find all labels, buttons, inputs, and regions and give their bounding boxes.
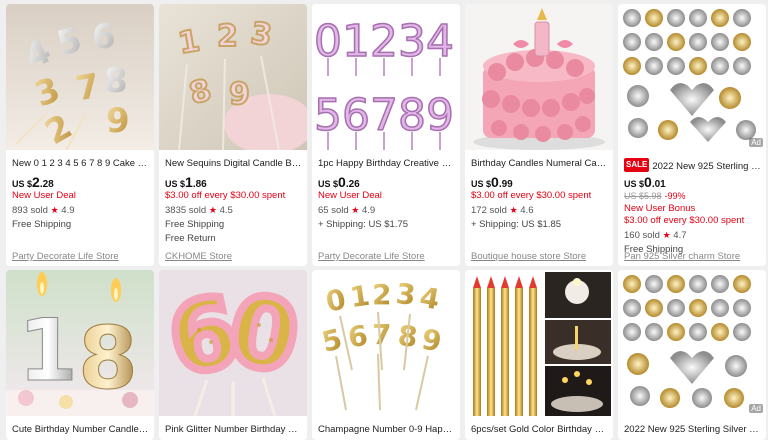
product-image[interactable]: Ad [618,270,766,416]
shipping-text: Free Shipping [165,219,225,230]
product-title[interactable]: 1pc Happy Birthday Creative 0-9 N... [318,158,455,172]
svg-text:9: 9 [229,77,250,112]
svg-text:8: 8 [104,61,128,101]
star-icon: ★ [351,205,360,215]
promo-text: $3.00 off every $30.00 spent [471,190,592,201]
sold-rating: 893 sold ★ 4.9 [12,205,75,216]
svg-text:7: 7 [372,318,391,351]
svg-text:1: 1 [18,301,78,401]
svg-text:2: 2 [217,19,238,54]
shipping-text: + Shipping: US $1.85 [471,219,562,230]
product-title[interactable]: Birthday Candles Numeral Candles... [471,158,608,172]
store-link[interactable]: Party Decorate Life Store [12,251,119,262]
promo-text: New User Deal [12,190,76,201]
promo-text: New User Bonus [624,203,696,214]
star-icon: ★ [509,205,518,215]
product-card[interactable]: 6pcs/set Gold Color Birthday Cand... [465,270,613,440]
promo-text: $3.00 off every $30.00 spent [165,190,286,201]
product-image[interactable]: Ad [618,4,766,150]
svg-text:3: 3 [394,277,417,312]
promo-text: New User Deal [318,190,382,201]
product-price: US $2.28 [12,174,54,190]
product-card[interactable]: 6 0 Pink Glitter Number Birthday Cand... [159,270,307,440]
product-image[interactable]: 4 5 6 3 7 8 9 2 [6,4,154,150]
product-card[interactable]: Ad SALE2022 New 925 Sterling Silv... US … [618,4,766,266]
product-image[interactable] [465,270,613,416]
product-image[interactable]: 1 8 [6,270,154,416]
svg-text:6: 6 [92,17,116,57]
star-icon: ★ [208,205,217,215]
product-title[interactable]: New 0 1 2 3 4 5 6 7 8 9 Cake Toppe... [12,158,149,172]
sold-rating: 3835 sold ★ 4.5 [165,205,233,216]
star-icon: ★ [50,205,59,215]
store-link[interactable]: Party Decorate Life Store [318,251,425,262]
product-card[interactable]: 1 2 3 8 9 New Sequins Digital Candle Bir… [159,4,307,266]
product-image[interactable]: 6 0 [159,270,307,416]
sale-badge: SALE [624,158,650,172]
ad-badge: Ad [749,404,763,413]
product-image[interactable]: 01234 56789 [312,270,460,416]
store-link[interactable]: Boutique house store Store [471,251,586,262]
store-link[interactable]: CKHOME Store [165,251,232,262]
product-card[interactable]: 01234 56789 1pc Happy Birthday Creative … [312,4,460,266]
product-price: US $0.99 [471,174,513,190]
product-card[interactable]: Ad 2022 New 925 Sterling Silver circul..… [618,270,766,440]
shipping-text: + Shipping: US $1.75 [318,219,409,230]
sold-rating: 160 sold ★ 4.7 [624,230,687,241]
product-image[interactable]: 1 2 3 8 9 [159,4,307,150]
product-card[interactable]: 4 5 6 3 7 8 9 2 New 0 1 2 3 4 5 6 7 8 9 … [6,4,154,266]
product-title[interactable]: SALE2022 New 925 Sterling Silv... [624,158,761,172]
ad-badge: Ad [749,138,763,147]
return-text: Free Return [165,233,216,244]
product-price: US $0.26 [318,174,360,190]
promo-text-2: $3.00 off every $30.00 spent [624,215,745,226]
shipping-text: Free Shipping [12,219,72,230]
product-image[interactable] [465,4,613,150]
svg-text:9: 9 [106,101,130,141]
product-card[interactable]: 01234 56789 Champagne Number 0-9 Happy B… [312,270,460,440]
product-image[interactable]: 01234 56789 [312,4,460,150]
store-link[interactable]: Pan 925 Silver charm Store [624,251,740,262]
sold-rating: 65 sold ★ 4.9 [318,205,376,216]
svg-text:2: 2 [372,278,391,311]
product-price: US $0.01 [624,174,666,190]
product-grid: 4 5 6 3 7 8 9 2 New 0 1 2 3 4 5 6 7 8 9 … [2,2,766,440]
original-price: US $5.98 -99% [624,191,686,201]
product-price: US $1.86 [165,174,207,190]
sold-rating: 172 sold ★ 4.6 [471,205,534,216]
product-card[interactable]: Birthday Candles Numeral Candles... US $… [465,4,613,266]
star-icon: ★ [662,230,671,240]
product-title[interactable]: New Sequins Digital Candle Birthd... [165,158,302,172]
product-card[interactable]: 1 8 Cute Birthday Number Candle Silv... [6,270,154,440]
